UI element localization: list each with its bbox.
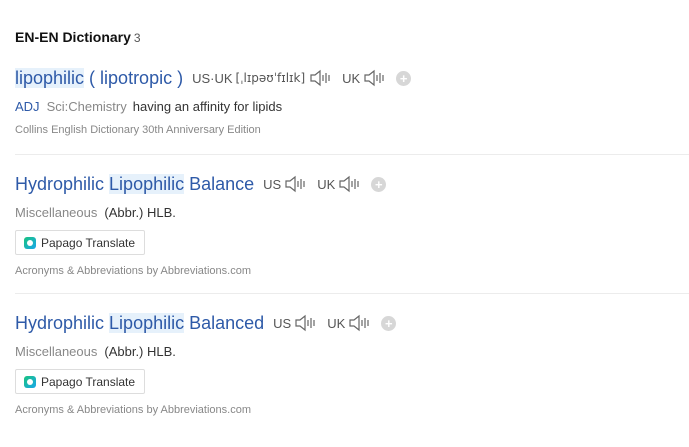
papago-logo-icon: [24, 236, 36, 249]
source-attribution: Acronyms & Abbreviations by Abbreviation…: [15, 265, 252, 277]
papago-translate-label: Papago Translate: [41, 374, 136, 389]
divider: [15, 293, 689, 294]
speaker-icon[interactable]: [294, 314, 318, 332]
pronunciation-us: US: [273, 314, 318, 332]
pronunciation-label: US·UK: [192, 70, 233, 86]
entry-hlb-balance: Hydrophilic Lipophilic Balance US UK + M…: [15, 172, 689, 277]
pronunciation-uk: UK: [317, 175, 362, 193]
pronunciation-uk: UK: [327, 314, 372, 332]
speaker-icon[interactable]: [363, 69, 387, 87]
source-attribution: Acronyms & Abbreviations by Abbreviation…: [15, 404, 252, 416]
pronunciation-label: UK: [342, 70, 361, 86]
abbr-tag: (Abbr.): [104, 344, 144, 359]
headword-part: Balanced: [184, 312, 265, 333]
pronunciation-label: US: [273, 315, 292, 331]
speaker-icon[interactable]: [309, 69, 333, 87]
headword-highlight: lipophilic: [15, 67, 85, 88]
headword-link[interactable]: lipophilic ( lipotropic ): [15, 67, 184, 89]
headword-highlight: Lipophilic: [109, 173, 185, 194]
papago-logo-icon: [24, 375, 36, 388]
abbreviation-definition: (Abbr.) HLB.: [104, 205, 176, 220]
add-to-wordbook-icon[interactable]: +: [371, 176, 387, 192]
definition-text: having an affinity for lipids: [132, 99, 283, 114]
papago-translate-label: Papago Translate: [41, 235, 136, 250]
pronunciation-label: US: [263, 176, 282, 192]
divider: [15, 154, 689, 155]
abbr-value: HLB.: [147, 344, 176, 359]
add-to-wordbook-icon[interactable]: +: [396, 70, 412, 86]
headword-link[interactable]: Hydrophilic Lipophilic Balance: [15, 173, 255, 195]
abbr-tag: (Abbr.): [104, 205, 144, 220]
definition-row: Miscellaneous (Abbr.) HLB.: [15, 205, 689, 220]
section-header: EN-EN Dictionary 3: [15, 29, 141, 47]
papago-translate-button[interactable]: Papago Translate: [15, 230, 146, 255]
subject-field: Sci:Chemistry: [46, 99, 127, 114]
entry-headword-row: lipophilic ( lipotropic ) US·UK [ˌlɪpəʊˈ…: [15, 66, 689, 90]
pronunciation-label: UK: [327, 315, 346, 331]
definition-row: ADJ Sci:Chemistry having an affinity for…: [15, 99, 689, 114]
entry-hlb-balanced: Hydrophilic Lipophilic Balanced US UK + …: [15, 311, 689, 416]
headword-highlight: Lipophilic: [109, 312, 185, 333]
speaker-icon[interactable]: [348, 314, 372, 332]
section-title: EN-EN Dictionary: [15, 29, 131, 45]
pronunciation-uk: UK: [342, 69, 387, 87]
pronunciation-us: US: [263, 175, 308, 193]
pronunciation-us-uk: US·UK [ˌlɪpəʊˈfɪlɪk]: [192, 69, 333, 87]
headword-part: Hydrophilic: [15, 312, 110, 333]
headword-link[interactable]: Hydrophilic Lipophilic Balanced: [15, 312, 265, 334]
speaker-icon[interactable]: [338, 175, 362, 193]
entry-headword-row: Hydrophilic Lipophilic Balanced US UK +: [15, 311, 689, 335]
pronunciation-label: UK: [317, 176, 336, 192]
abbreviation-definition: (Abbr.) HLB.: [104, 344, 176, 359]
definition-row: Miscellaneous (Abbr.) HLB.: [15, 344, 689, 359]
headword-part: Hydrophilic: [15, 173, 110, 194]
result-count: 3: [133, 31, 141, 45]
entry-lipophilic: lipophilic ( lipotropic ) US·UK [ˌlɪpəʊˈ…: [15, 66, 689, 136]
speaker-icon[interactable]: [284, 175, 308, 193]
abbr-value: HLB.: [147, 205, 176, 220]
category-label: Miscellaneous: [15, 344, 98, 359]
part-of-speech: ADJ: [15, 99, 40, 114]
source-attribution: Collins English Dictionary 30th Annivers…: [15, 124, 261, 136]
headword-part: Balance: [184, 173, 255, 194]
ipa-transcription: [ˌlɪpəʊˈfɪlɪk]: [235, 71, 306, 85]
entry-headword-row: Hydrophilic Lipophilic Balance US UK +: [15, 172, 689, 196]
headword-synonym: ( lipotropic ): [84, 67, 184, 88]
papago-translate-button[interactable]: Papago Translate: [15, 369, 146, 394]
add-to-wordbook-icon[interactable]: +: [381, 315, 397, 331]
category-label: Miscellaneous: [15, 205, 98, 220]
